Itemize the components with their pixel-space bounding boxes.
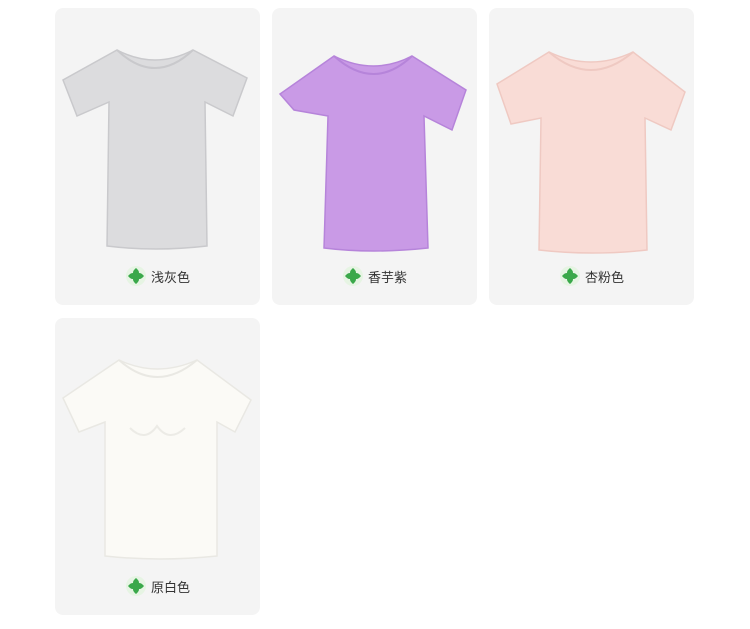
swatch-label-gray: 浅灰色	[55, 265, 260, 287]
color-swatch-card-pink[interactable]: 杏粉色	[489, 8, 694, 305]
swatch-name: 浅灰色	[150, 270, 190, 286]
color-swatch-card-white[interactable]: 原白色	[55, 318, 260, 615]
green-leaf-logo-icon	[342, 266, 363, 286]
color-swatch-card-gray[interactable]: 浅灰色	[55, 8, 260, 305]
swatch-label-white: 原白色	[55, 575, 260, 597]
tshirt-image-pink	[496, 51, 686, 254]
tshirt-image-gray	[62, 49, 248, 250]
swatch-label-purple: 香芋紫	[272, 265, 477, 287]
tshirt-image-purple	[278, 55, 467, 252]
swatch-name: 原白色	[150, 580, 190, 596]
green-leaf-logo-icon	[125, 266, 146, 286]
swatch-name: 香芋紫	[367, 270, 407, 286]
color-swatch-card-purple[interactable]: 香芋紫	[272, 8, 477, 305]
tshirt-image-white	[62, 359, 252, 560]
green-leaf-logo-icon	[559, 266, 580, 286]
swatch-label-pink: 杏粉色	[489, 265, 694, 287]
green-leaf-logo-icon	[125, 576, 146, 596]
swatch-name: 杏粉色	[584, 270, 624, 286]
